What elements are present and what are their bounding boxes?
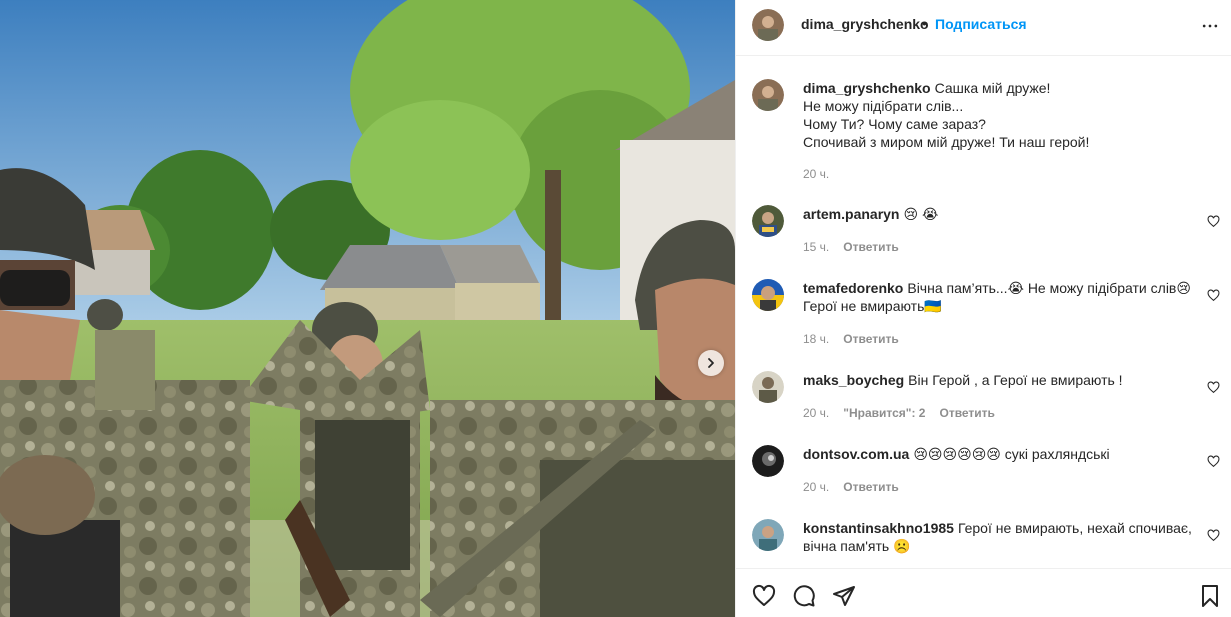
caption-line: Чому Ти? Чому саме зараз? — [803, 116, 986, 132]
comment-meta: 20 ч. "Нравится": 2 Ответить — [803, 406, 995, 420]
comment-meta: 18 ч. Ответить — [803, 332, 899, 346]
comment-line: Герої не вмирають, нехай спочиває, — [957, 520, 1192, 536]
more-horizontal-icon — [1202, 24, 1218, 28]
heart-icon — [1207, 455, 1220, 468]
comment-text: konstantinsakhno1985 Герої не вмирають, н… — [803, 519, 1193, 555]
bookmark-icon — [1202, 585, 1218, 607]
reply-button[interactable]: Ответить — [843, 240, 898, 254]
comment-line: вічна пам'ять ☹️ — [803, 538, 911, 554]
comment-like-button[interactable] — [1207, 289, 1221, 303]
commenter-avatar[interactable] — [752, 445, 784, 477]
caption-line: Не можу підібрати слів... — [803, 98, 964, 114]
header-separator: • — [922, 15, 927, 31]
post-sidebar: dima_gryshchenko • Подписаться dima_grys… — [735, 0, 1231, 617]
comment-like-button[interactable] — [1207, 215, 1221, 229]
caption-timestamp[interactable]: 20 ч. — [803, 167, 829, 181]
comment-timestamp[interactable]: 20 ч. — [803, 480, 829, 494]
post-actions — [736, 568, 1231, 617]
post-header: dima_gryshchenko • Подписаться — [736, 0, 1231, 56]
reply-button[interactable]: Ответить — [843, 480, 898, 494]
comment-username[interactable]: konstantinsakhno1985 — [803, 520, 954, 536]
comment-line: Він Герой , а Герої не вмирають ! — [908, 372, 1123, 388]
comment-meta: 20 ч. Ответить — [803, 480, 899, 494]
comment-button[interactable] — [792, 584, 818, 610]
comment-line: 😢 😭 — [903, 206, 939, 222]
reply-button[interactable]: Ответить — [843, 332, 898, 346]
like-button[interactable] — [752, 584, 778, 610]
comment-meta: 15 ч. Ответить — [803, 240, 899, 254]
comment-username[interactable]: maks_boycheg — [803, 372, 904, 388]
comment-like-button[interactable] — [1207, 381, 1221, 395]
more-options-button[interactable] — [1198, 14, 1222, 38]
heart-icon — [1207, 289, 1220, 302]
photo-scene — [0, 0, 735, 617]
save-button[interactable] — [1198, 584, 1224, 610]
caption-avatar[interactable] — [752, 79, 784, 111]
post-photo[interactable] — [0, 0, 735, 617]
commenter-avatar[interactable] — [752, 519, 784, 551]
comment-like-button[interactable] — [1207, 529, 1221, 543]
heart-icon — [752, 584, 776, 606]
comment-text: temafedorenko Вічна пам’ять...😭 Не можу п… — [803, 279, 1193, 315]
comment-timestamp[interactable]: 20 ч. — [803, 406, 829, 420]
comment-text: maks_boycheg Він Герой , а Герої не вмира… — [803, 371, 1193, 389]
comment-text: dontsov.com.ua 😢😢😢😢😢😢 сукі рахляндські — [803, 445, 1193, 463]
commenter-avatar[interactable] — [752, 279, 784, 311]
caption-username[interactable]: dima_gryshchenko — [803, 80, 931, 96]
comment-username[interactable]: temafedorenko — [803, 280, 903, 296]
comment-line: 😢😢😢😢😢😢 сукі рахляндські — [913, 446, 1110, 462]
follow-button[interactable]: Подписаться — [935, 16, 1027, 32]
heart-icon — [1207, 215, 1220, 228]
caption-line: Сашка мій друже! — [934, 80, 1051, 96]
comment-timestamp[interactable]: 18 ч. — [803, 332, 829, 346]
commenter-avatar[interactable] — [752, 205, 784, 237]
comment-username[interactable]: artem.panaryn — [803, 206, 899, 222]
caption-line: Спочивай з миром мій друже! Ти наш герой… — [803, 134, 1090, 150]
commenter-avatar[interactable] — [752, 371, 784, 403]
comment-icon — [793, 585, 815, 607]
caption-meta: 20 ч. — [803, 167, 829, 181]
comment-username[interactable]: dontsov.com.ua — [803, 446, 909, 462]
comments-list[interactable]: dima_gryshchenko Сашка мій друже! Не можу… — [736, 57, 1231, 568]
heart-icon — [1207, 529, 1220, 542]
comment-text: artem.panaryn 😢 😭 — [803, 205, 1193, 223]
comment-timestamp[interactable]: 15 ч. — [803, 240, 829, 254]
carousel-next-button[interactable] — [698, 350, 724, 376]
reply-button[interactable]: Ответить — [939, 406, 994, 420]
share-button[interactable] — [832, 584, 858, 610]
comment-line: Герої не вмирають🇺🇦 — [803, 298, 942, 314]
send-icon — [833, 586, 855, 606]
heart-icon — [1207, 381, 1220, 394]
author-username[interactable]: dima_gryshchenko — [801, 16, 929, 32]
comment-likes-count[interactable]: "Нравится": 2 — [843, 406, 925, 420]
chevron-right-icon — [708, 358, 714, 368]
comment-like-button[interactable] — [1207, 455, 1221, 469]
author-avatar[interactable] — [752, 9, 784, 41]
caption-text: dima_gryshchenko Сашка мій друже! Не можу… — [803, 79, 1193, 151]
comment-line: Вічна пам’ять...😭 Не можу підібрати слів… — [907, 280, 1191, 296]
